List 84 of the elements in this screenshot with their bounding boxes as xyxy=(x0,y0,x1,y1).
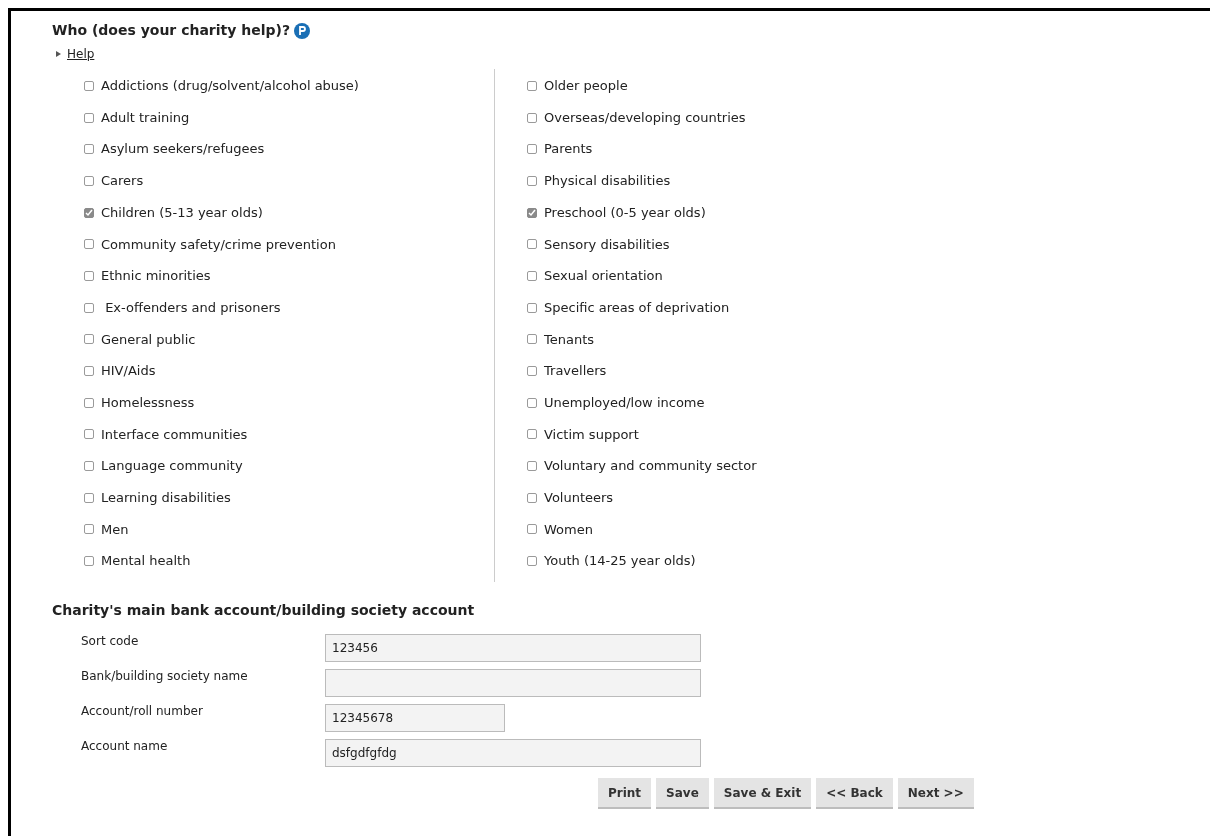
checkbox-label: Youth (14-25 year olds) xyxy=(544,552,696,571)
text-field[interactable]: 12345678 xyxy=(325,704,505,732)
checkbox-label: Community safety/crime prevention xyxy=(101,235,336,254)
checkbox[interactable] xyxy=(84,556,94,567)
checkbox[interactable] xyxy=(527,461,537,472)
checkbox-label: Language community xyxy=(101,457,243,476)
checkbox[interactable] xyxy=(84,80,94,91)
checkbox-label: Sexual orientation xyxy=(544,267,663,286)
checkbox[interactable] xyxy=(84,302,94,313)
checkbox[interactable] xyxy=(527,556,537,567)
checkbox[interactable] xyxy=(527,175,537,186)
checkbox-label: Volunteers xyxy=(544,489,614,508)
checkbox[interactable] xyxy=(527,207,537,218)
checkbox[interactable] xyxy=(527,397,537,408)
checkbox[interactable] xyxy=(84,461,94,472)
checkbox-label: Unemployed/low income xyxy=(544,393,705,412)
checkbox[interactable] xyxy=(84,239,94,250)
checkbox-label: Specific areas of deprivation xyxy=(544,298,730,317)
checkbox[interactable] xyxy=(84,112,94,123)
checkbox-label: Tenants xyxy=(544,330,595,349)
checkmark-icon xyxy=(85,208,93,217)
checkbox[interactable] xyxy=(527,524,537,535)
field-label: Account/roll number xyxy=(81,703,204,720)
info-icon[interactable] xyxy=(294,22,311,39)
checkbox[interactable] xyxy=(84,207,94,218)
checkbox[interactable] xyxy=(84,144,94,155)
checkbox-label: Mental health xyxy=(101,552,191,571)
checkbox-label: Preschool (0-5 year olds) xyxy=(544,203,706,222)
checkbox-label: Ethnic minorities xyxy=(101,267,211,286)
checkmark-icon xyxy=(528,208,536,217)
text-field[interactable]: dsfgdfgfdg xyxy=(325,739,701,767)
checkbox[interactable] xyxy=(527,80,537,91)
form-button[interactable]: Print xyxy=(598,778,652,809)
checkbox-label: Adult training xyxy=(101,108,190,127)
checkbox-label: Learning disabilities xyxy=(101,489,231,508)
field-label: Account name xyxy=(81,738,169,755)
checkbox[interactable] xyxy=(84,366,94,377)
checkbox[interactable] xyxy=(527,429,537,440)
form-button[interactable]: Save xyxy=(656,778,709,809)
help-link[interactable]: Help xyxy=(67,45,95,63)
checkbox-label: Addictions (drug/solvent/alcohol abuse) xyxy=(101,77,359,96)
field-label: Sort code xyxy=(81,633,140,650)
form-button[interactable]: Save & Exit xyxy=(713,778,812,809)
checkbox[interactable] xyxy=(84,334,94,345)
checkbox[interactable] xyxy=(84,270,94,281)
checkbox-label: Parents xyxy=(544,140,593,159)
text-field[interactable]: 123456 xyxy=(325,634,701,662)
checkbox[interactable] xyxy=(84,492,94,503)
checkbox-label: Older people xyxy=(544,77,628,96)
checkbox-label: Ex-offenders and prisoners xyxy=(104,298,281,317)
checkbox[interactable] xyxy=(527,239,537,250)
checkbox-label: Victim support xyxy=(544,425,639,444)
triangle-icon xyxy=(56,51,61,57)
checkbox-label: General public xyxy=(101,330,196,349)
checkbox[interactable] xyxy=(527,334,537,345)
section-title: Who (does your charity help)? xyxy=(52,21,291,40)
checkbox-label: Travellers xyxy=(544,362,607,381)
checkbox-label: Voluntary and community sector xyxy=(544,457,757,476)
checkbox-label: Women xyxy=(544,520,593,539)
field-label: Bank/building society name xyxy=(81,668,249,685)
checkbox-label: Children (5-13 year olds) xyxy=(101,203,263,222)
section-title: Charity's main bank account/building society account xyxy=(52,601,476,620)
form-button[interactable]: Next >> xyxy=(897,778,974,809)
checkbox[interactable] xyxy=(84,524,94,535)
checkbox[interactable] xyxy=(527,112,537,123)
checkbox[interactable] xyxy=(527,492,537,503)
checkbox-label: Physical disabilities xyxy=(544,172,671,191)
checkbox-label: Asylum seekers/refugees xyxy=(101,140,265,159)
checkbox[interactable] xyxy=(527,144,537,155)
checkbox-label: Interface communities xyxy=(101,425,248,444)
checkbox-label: HIV/Aids xyxy=(101,362,156,381)
checkbox[interactable] xyxy=(527,366,537,377)
form-button[interactable]: << Back xyxy=(816,778,893,809)
checkbox-label: Overseas/developing countries xyxy=(544,108,746,127)
checkbox-label: Men xyxy=(101,520,129,539)
checkbox[interactable] xyxy=(84,429,94,440)
checkbox[interactable] xyxy=(527,302,537,313)
checkbox-label: Sensory disabilities xyxy=(544,235,670,254)
checkbox-label: Carers xyxy=(101,172,144,191)
checkbox[interactable] xyxy=(527,270,537,281)
checkbox[interactable] xyxy=(84,397,94,408)
checkbox[interactable] xyxy=(84,175,94,186)
checkbox-label: Homelessness xyxy=(101,393,195,412)
text-field[interactable] xyxy=(325,669,701,697)
